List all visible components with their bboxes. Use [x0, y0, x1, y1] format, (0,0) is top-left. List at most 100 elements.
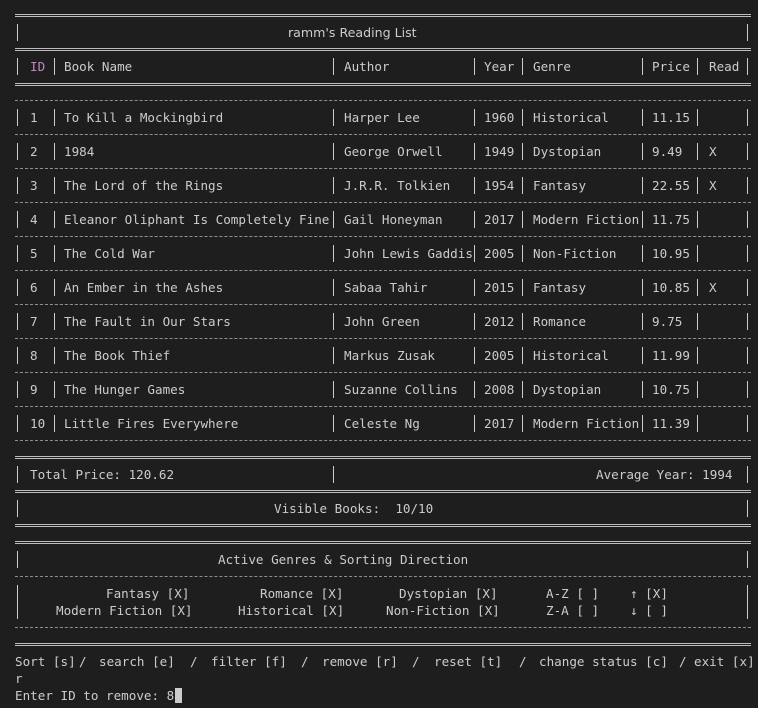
border — [747, 245, 748, 262]
border — [697, 279, 698, 296]
cell-year: 2017 — [484, 212, 515, 227]
cell-read: X — [709, 178, 717, 193]
border — [333, 109, 334, 126]
console-prompt: Enter ID to remove: — [15, 688, 167, 703]
border — [54, 143, 55, 160]
border — [17, 279, 18, 296]
border — [333, 347, 334, 364]
filter-option[interactable]: Dystopian [X] — [399, 585, 498, 602]
filter-option[interactable]: ↓ [ ] — [630, 602, 668, 619]
border — [17, 585, 18, 619]
border — [333, 415, 334, 432]
cell-genre: Non-Fiction — [533, 246, 617, 261]
column-header-genre[interactable]: Genre — [533, 58, 571, 75]
border — [17, 347, 18, 364]
border — [522, 415, 523, 432]
summary-border — [15, 524, 751, 525]
cell-author: Harper Lee — [344, 110, 420, 125]
cell-year: 2005 — [484, 348, 515, 363]
cell-genre: Historical — [533, 110, 609, 125]
border — [474, 347, 475, 364]
filter-option[interactable]: Historical [X] — [238, 602, 344, 619]
border — [642, 279, 643, 296]
border — [522, 245, 523, 262]
command-filter[interactable]: filter [f] — [211, 653, 287, 670]
border — [17, 177, 18, 194]
border — [642, 211, 643, 228]
filter-option[interactable]: Modern Fiction [X] — [56, 602, 192, 619]
cell-author: Suzanne Collins — [344, 382, 458, 397]
column-header-id[interactable]: ID — [30, 58, 45, 75]
border — [747, 500, 748, 517]
border — [54, 58, 55, 75]
border — [17, 245, 18, 262]
row-divider — [15, 270, 751, 271]
border — [474, 211, 475, 228]
border — [642, 143, 643, 160]
border — [522, 211, 523, 228]
console-prompt-line[interactable]: Enter ID to remove: 8 — [15, 687, 183, 704]
border — [333, 313, 334, 330]
cell-price: 10.95 — [652, 246, 690, 261]
column-header-read[interactable]: Read — [709, 58, 739, 75]
border — [474, 143, 475, 160]
column-header-name[interactable]: Book Name — [64, 58, 132, 75]
cell-price: 11.99 — [652, 348, 690, 363]
filter-option[interactable]: ↑ [X] — [630, 585, 668, 602]
cell-id: 8 — [30, 348, 38, 363]
border — [17, 415, 18, 432]
border — [54, 211, 55, 228]
command-change-status[interactable]: change status [c] — [539, 653, 668, 670]
filters-border — [15, 643, 751, 644]
command-remove[interactable]: remove [r] — [322, 653, 398, 670]
cell-author: Sabaa Tahir — [344, 280, 428, 295]
filter-option[interactable]: Z-A [ ] — [546, 602, 599, 619]
cell-price: 11.15 — [652, 110, 690, 125]
row-divider — [15, 304, 751, 305]
border — [747, 313, 748, 330]
column-header-price[interactable]: Price — [652, 58, 690, 75]
border — [697, 381, 698, 398]
console-input[interactable]: 8 — [167, 688, 175, 703]
filter-option[interactable]: Romance [X] — [260, 585, 343, 602]
command-reset[interactable]: reset [t] — [434, 653, 502, 670]
cell-id: 4 — [30, 212, 38, 227]
command-sort[interactable]: Sort [s] — [15, 653, 76, 670]
filters-border — [15, 541, 751, 542]
cell-genre: Romance — [533, 314, 587, 329]
border — [17, 466, 18, 483]
command-exit[interactable]: exit [x] — [694, 653, 755, 670]
cell-name: 1984 — [64, 144, 95, 159]
border — [54, 279, 55, 296]
border — [17, 381, 18, 398]
cell-year: 2015 — [484, 280, 515, 295]
cell-year: 1954 — [484, 178, 515, 193]
row-divider — [15, 236, 751, 237]
border — [642, 347, 643, 364]
border — [697, 313, 698, 330]
border — [697, 143, 698, 160]
cell-name: The Lord of the Rings — [64, 178, 224, 193]
cell-price: 22.55 — [652, 178, 690, 193]
cell-id: 3 — [30, 178, 38, 193]
cell-author: Gail Honeyman — [344, 212, 443, 227]
filters-title: Active Genres & Sorting Direction — [218, 552, 469, 567]
border — [747, 585, 748, 619]
filter-option[interactable]: Non-Fiction [X] — [386, 602, 500, 619]
cell-id: 10 — [30, 416, 46, 431]
border — [474, 279, 475, 296]
border — [642, 58, 643, 75]
cell-name: An Ember in the Ashes — [64, 280, 224, 295]
row-divider — [15, 134, 751, 135]
border — [642, 381, 643, 398]
cell-year: 2017 — [484, 416, 515, 431]
border — [522, 381, 523, 398]
filter-option[interactable]: A-Z [ ] — [546, 585, 599, 602]
command-separator: / — [190, 654, 198, 669]
column-header-author[interactable]: Author — [344, 58, 390, 75]
column-header-year[interactable]: Year — [484, 58, 514, 75]
filter-option[interactable]: Fantasy [X] — [106, 585, 189, 602]
border — [522, 143, 523, 160]
command-search[interactable]: search [e] — [99, 653, 175, 670]
cell-price: 10.75 — [652, 382, 690, 397]
